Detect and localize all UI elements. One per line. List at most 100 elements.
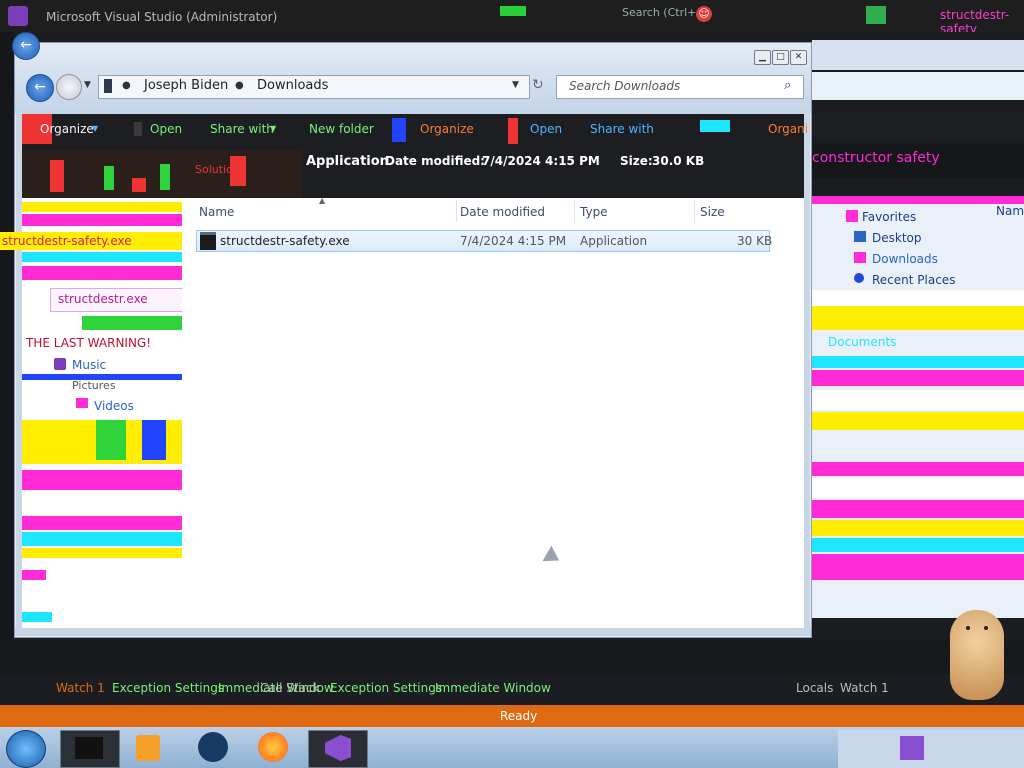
hamster-eye [984,626,988,630]
column-header-name[interactable]: Name [199,205,234,219]
file-size-cell: 30 KB [737,234,773,248]
vs-window-title: Microsoft Visual Studio (Administrator) [46,10,278,24]
glitch-strip [812,478,1024,498]
column-header-date[interactable]: Date modified [460,205,545,219]
glitch-strip [22,532,182,546]
tab-exception-settings-2[interactable]: Exception Settings [330,681,442,695]
organize-button[interactable]: Organize [40,122,94,136]
glitch-strip [812,554,1024,580]
glitch-block [500,6,526,16]
glitch-block [22,612,52,622]
glitch-strip [22,516,182,530]
taskbar-visual-studio-button[interactable] [308,730,368,768]
status-text: Ready [500,709,538,723]
documents-item[interactable]: Documents [828,335,896,349]
favorites-item[interactable]: Favorites [862,210,916,224]
nav-glitch-file[interactable]: structdestr-safety.exe [2,234,132,248]
music-item[interactable]: Music [72,358,106,372]
recent-places-item[interactable]: Recent Places [872,273,955,287]
file-list [182,198,804,628]
glitch-strip [812,356,1024,368]
address-dropdown-icon[interactable]: ▼ [512,80,519,90]
open-button[interactable]: Open [150,122,182,136]
column-divider[interactable] [456,200,457,222]
videos-item[interactable]: Videos [94,399,134,413]
sort-arrow-icon: ▲ [319,196,326,205]
glitch-block [160,164,170,190]
file-name-cell: structdestr-safety.exe [220,234,350,248]
glitch-tab-label: structdestr.exe [58,292,148,306]
recent-places-icon [854,273,864,283]
glitch-block [142,420,166,460]
music-icon [54,358,66,370]
start-orb-icon[interactable] [6,730,46,768]
downloads-item[interactable]: Downloads [872,252,938,266]
minimize-button[interactable]: ▁ [754,50,771,65]
details-date-label: Date modified: [385,154,485,168]
hamster-image [944,606,1010,702]
hamster-body [950,610,1004,700]
new-folder-button[interactable]: New folder [309,122,374,136]
glitch-strip [838,730,1024,768]
glitch-strip [812,370,1024,386]
glitch-block [392,118,406,142]
column-divider[interactable] [694,200,695,222]
tab-watch-1-right[interactable]: Watch 1 [840,681,889,695]
feedback-smiley-icon[interactable]: ☺ [696,6,712,22]
glitch-block [104,166,114,190]
forward-button[interactable] [56,74,82,100]
pictures-item[interactable]: Pictures [72,379,116,392]
search-icon[interactable]: ⌕ [784,78,791,93]
glitch-block [22,570,46,580]
glitch-strip [812,412,1024,430]
refresh-icon[interactable]: ↻ [532,77,544,93]
share-with-button[interactable]: Share with [210,122,274,136]
column-header-type[interactable]: Type [580,205,608,219]
glitch-text: Organize [420,122,474,136]
glitch-text: Solution [195,163,240,176]
back-arrow-icon[interactable]: ← [26,74,54,102]
glitch-text: constructor safety [812,150,940,166]
glitch-text: Open [530,122,563,136]
taskbar-terminal-button[interactable] [60,730,120,768]
column-header-size[interactable]: Size [700,205,725,219]
glitch-strip [812,500,1024,518]
tab-call-stack[interactable]: Call Stack [260,681,319,695]
desktop-item[interactable]: Desktop [872,231,922,245]
history-dropdown-icon[interactable]: ▼ [84,80,91,90]
breadcrumb-separator-icon: ● [122,80,131,91]
videos-icon [76,398,88,408]
tab-immediate-window-2[interactable]: Immediate Window [435,681,551,695]
tab-exception-settings[interactable]: Exception Settings [112,681,224,695]
glitch-strip [22,548,182,558]
glitch-strip [22,214,182,226]
close-button[interactable]: ✕ [790,50,807,65]
glitch-strip [812,306,1024,330]
breadcrumb-downloads[interactable]: Downloads [257,78,328,93]
vs-logo-green-icon [866,6,886,24]
glitch-text: Share with [590,122,654,136]
file-date-cell: 7/4/2024 4:15 PM [460,234,567,248]
media-player-icon[interactable] [136,735,160,761]
desktop-icon [854,231,866,242]
glitch-block [132,178,146,192]
glitch-block [96,420,126,460]
glitch-strip [812,290,1024,306]
steam-icon[interactable] [198,732,228,762]
breadcrumb-separator-icon: ● [235,80,244,91]
explorer-bottom-border [15,628,811,636]
column-divider[interactable] [574,200,575,222]
tab-watch-1[interactable]: Watch 1 [56,681,105,695]
glitch-strip [812,114,1024,140]
name-column-header[interactable]: Name [996,204,1024,218]
firefox-icon[interactable] [258,732,288,762]
glitch-strip [812,196,1024,204]
breadcrumb-user[interactable]: Joseph Biden [144,78,228,93]
maximize-button[interactable]: □ [772,50,789,65]
details-size-label: Size: [620,154,653,168]
glitch-vs-icon [900,736,924,760]
back-button[interactable]: ← [12,32,40,60]
tab-locals[interactable]: Locals [796,681,833,695]
glitch-strip [812,432,1024,462]
glitch-strip [812,390,1024,410]
